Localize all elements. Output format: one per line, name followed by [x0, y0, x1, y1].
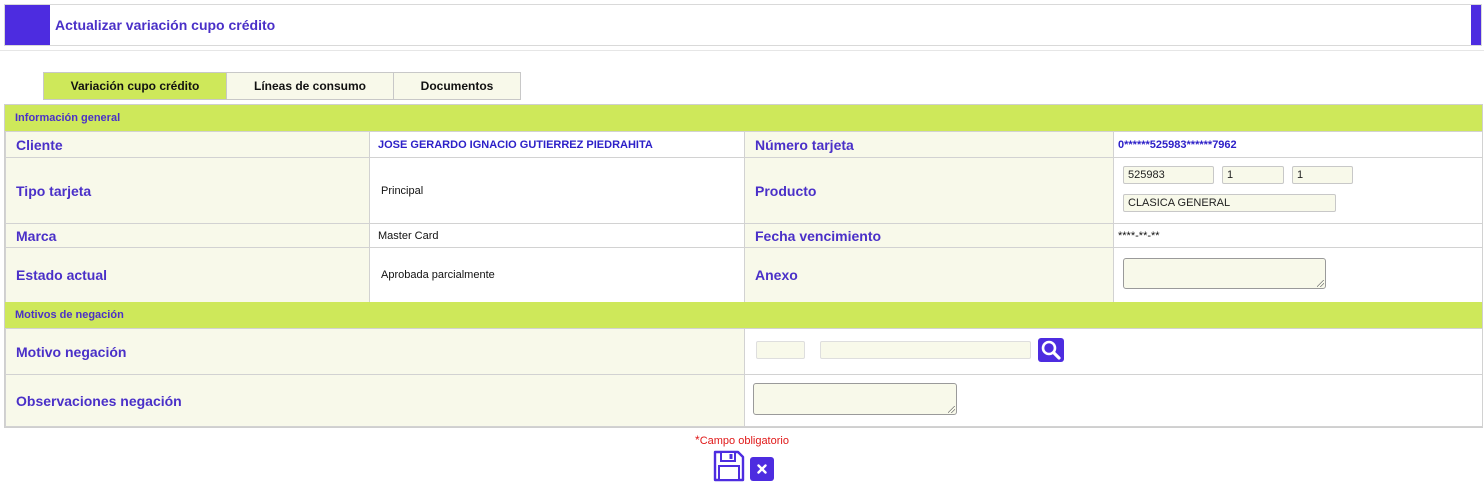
section-motivos-negacion: Motivos de negación Motivo negación Obse… [4, 302, 1483, 428]
section-informacion-general: Información general Cliente JOSE GERARDO… [4, 104, 1483, 303]
row-tipo-tarjeta: Tipo tarjeta Principal Producto 525983 1… [5, 157, 1483, 224]
row-observaciones-negacion: Observaciones negación [5, 374, 1483, 427]
search-icon[interactable] [1038, 338, 1064, 362]
page-title: Actualizar variación cupo crédito [55, 17, 276, 33]
row-estado-actual: Estado actual Aprobada parcialmente Anex… [5, 247, 1483, 303]
resize-grip-icon[interactable] [948, 406, 955, 413]
observaciones-negacion-cell [744, 374, 1483, 427]
producto-code-field[interactable]: 525983 [1123, 165, 1214, 184]
cliente-label: Cliente [5, 131, 370, 158]
row-marca: Marca Master Card Fecha vencimiento ****… [5, 223, 1483, 248]
tipo-tarjeta-value: Principal [369, 157, 745, 224]
resize-grip-icon[interactable] [1317, 280, 1324, 287]
row-cliente: Cliente JOSE GERARDO IGNACIO GUTIERREZ P… [5, 131, 1483, 158]
anexo-label: Anexo [744, 247, 1114, 303]
producto-version-field[interactable]: 1 [1292, 165, 1353, 184]
tab-variacion-cupo-credito[interactable]: Variación cupo crédito [43, 72, 227, 100]
producto-label: Producto [744, 157, 1114, 224]
info-general-table: Cliente JOSE GERARDO IGNACIO GUTIERREZ P… [5, 131, 1483, 303]
title-accent-left [5, 5, 50, 45]
tab-bar: Variación cupo crédito Líneas de consumo… [43, 72, 521, 100]
numero-tarjeta-label: Número tarjeta [744, 131, 1114, 158]
tipo-tarjeta-label: Tipo tarjeta [5, 157, 370, 224]
tab-lineas-de-consumo[interactable]: Líneas de consumo [227, 72, 394, 100]
fecha-vencimiento-label: Fecha vencimiento [744, 223, 1114, 248]
producto-subcode-field[interactable]: 1 [1222, 165, 1284, 184]
producto-cell: 525983 1 1 CLASICA GENERAL [1113, 157, 1483, 224]
producto-name-field[interactable]: CLASICA GENERAL [1123, 193, 1336, 212]
marca-value: Master Card [369, 223, 745, 248]
title-divider [0, 50, 1484, 51]
title-bar: Actualizar variación cupo crédito [4, 4, 1482, 46]
cliente-value: JOSE GERARDO IGNACIO GUTIERREZ PIEDRAHIT… [369, 131, 745, 158]
section-header-informacion-general: Información general [5, 105, 1482, 131]
row-motivo-negacion: Motivo negación [5, 328, 1483, 375]
motivos-table: Motivo negación Observaciones negación [5, 328, 1483, 427]
save-icon[interactable] [713, 450, 745, 482]
estado-actual-label: Estado actual [5, 247, 370, 303]
observaciones-textarea[interactable] [753, 383, 957, 415]
required-text: Campo obligatorio [699, 435, 789, 447]
anexo-textarea[interactable] [1123, 258, 1326, 289]
estado-actual-value: Aprobada parcialmente [369, 247, 745, 303]
motivo-negacion-label: Motivo negación [5, 328, 745, 375]
close-icon[interactable] [750, 457, 774, 481]
fecha-vencimiento-value: ****-**-** [1113, 223, 1483, 248]
tab-documentos[interactable]: Documentos [394, 72, 521, 100]
anexo-cell [1113, 247, 1483, 303]
motivo-negacion-cell [744, 328, 1483, 375]
section-header-motivos-negacion: Motivos de negación [5, 302, 1482, 328]
marca-label: Marca [5, 223, 370, 248]
motivo-description-field[interactable] [820, 341, 1031, 359]
title-accent-right [1471, 5, 1481, 45]
motivo-code-field[interactable] [756, 341, 805, 359]
observaciones-negacion-label: Observaciones negación [5, 374, 745, 427]
required-field-note: *Campo obligatorio [0, 433, 1484, 447]
numero-tarjeta-value: 0******525983******7962 [1113, 131, 1483, 158]
